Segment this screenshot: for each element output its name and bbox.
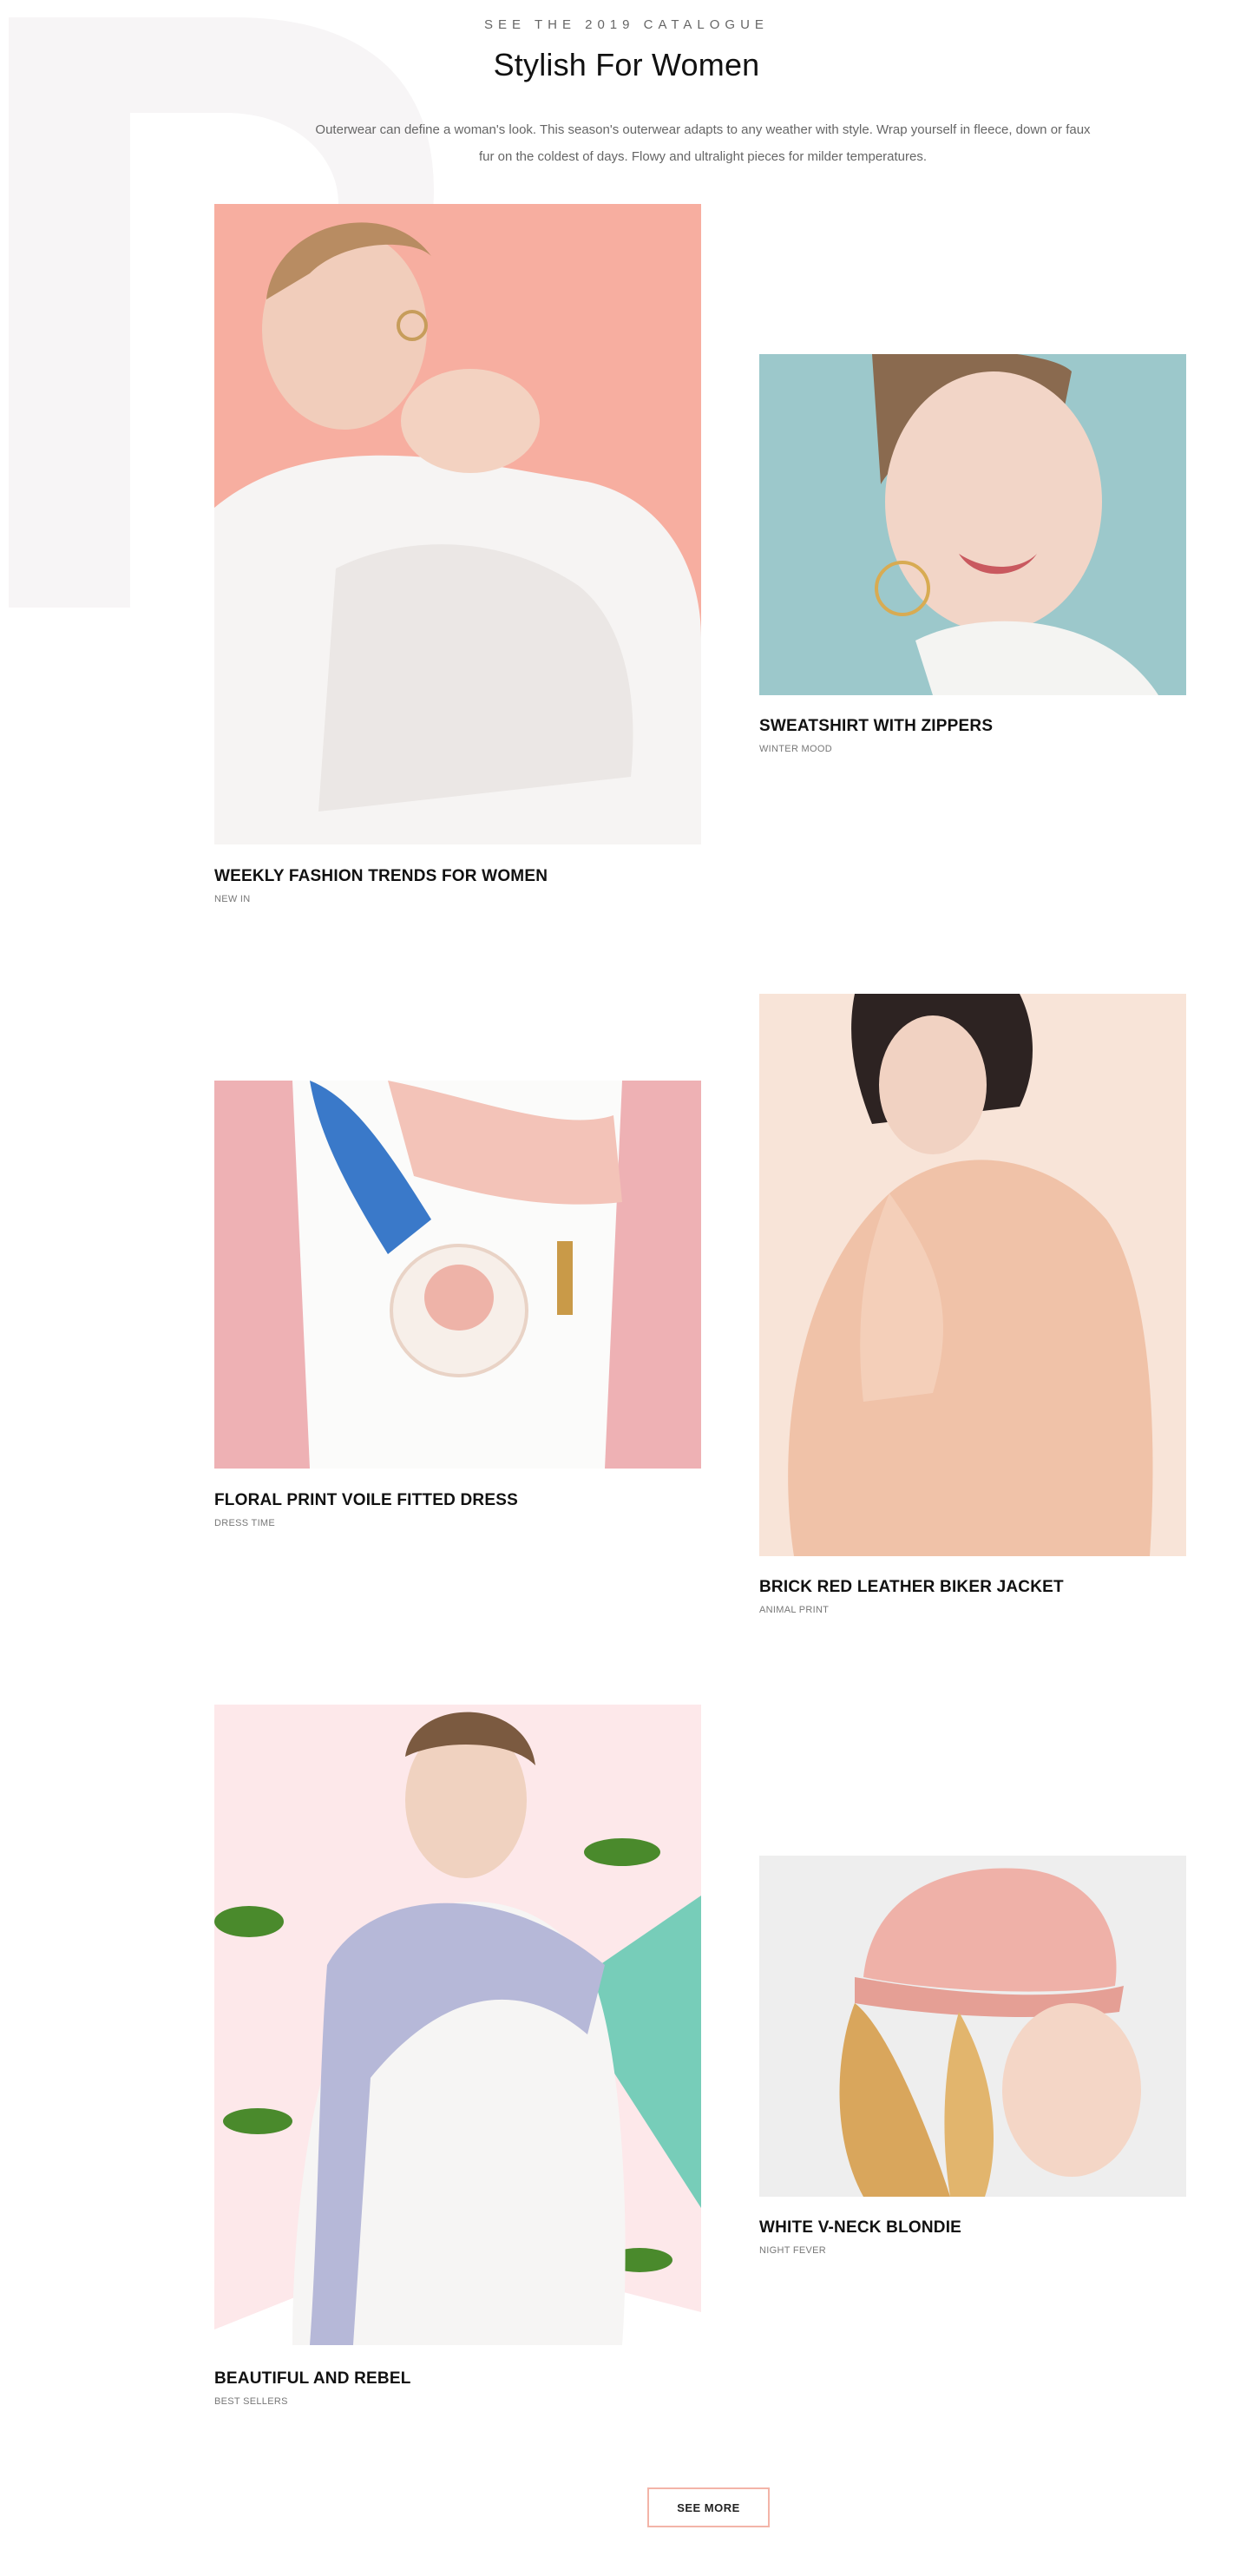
card-title[interactable]: FLORAL PRINT VOILE FITTED DRESS [214,1491,518,1510]
section-title: Stylish For Women [493,47,760,82]
card-title[interactable]: BRICK RED LEATHER BIKER JACKET [759,1578,1064,1597]
card-subtitle: DRESS TIME [214,1518,276,1528]
card-title[interactable]: BEAUTIFUL AND REBEL [214,2369,411,2389]
product-image-sweatshirt-with-zippers[interactable] [759,354,1186,695]
card-title[interactable]: WEEKLY FASHION TRENDS FOR WOMEN [214,867,548,886]
section-intro: Outerwear can define a woman's look. Thi… [315,122,1091,164]
product-image-beautiful-and-rebel[interactable] [214,1705,701,2345]
section-eyebrow: SEE THE 2019 CATALOGUE [484,17,769,32]
product-image-brick-red-leather-biker-jacket[interactable] [759,994,1186,1556]
card-subtitle: NEW IN [214,894,251,904]
card-subtitle: NIGHT FEVER [759,2245,827,2256]
product-image-weekly-fashion-trends[interactable] [214,204,701,844]
card-subtitle: BEST SELLERS [214,2396,288,2407]
product-image-floral-print-voile-dress[interactable] [214,1081,701,1469]
card-subtitle: WINTER MOOD [759,744,832,754]
card-subtitle: ANIMAL PRINT [759,1605,830,1615]
see-more-button[interactable]: SEE MORE [647,2487,770,2527]
card-title[interactable]: SWEATSHIRT WITH ZIPPERS [759,717,993,736]
product-image-white-v-neck-blondie[interactable] [759,1856,1186,2197]
card-title[interactable]: WHITE V-NECK BLONDIE [759,2218,961,2238]
